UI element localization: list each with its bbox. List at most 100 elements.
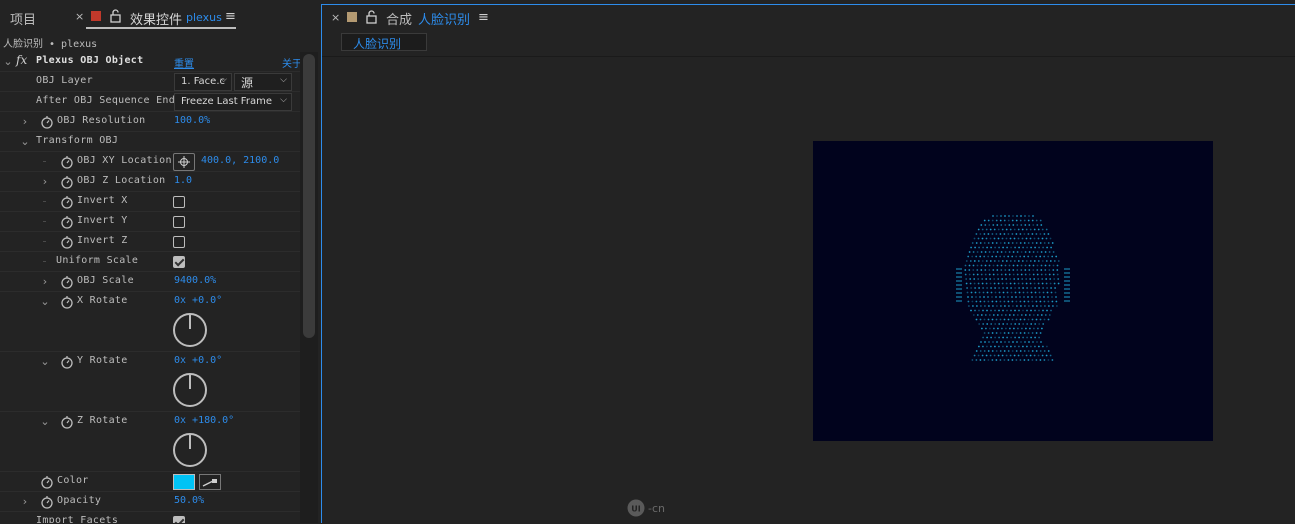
chevron-down-icon[interactable]: ⌄ <box>20 134 30 148</box>
obj-scale-label: OBJ Scale <box>77 275 134 286</box>
import-facets-checkbox[interactable] <box>173 516 185 523</box>
lock-icon[interactable] <box>110 8 121 23</box>
tree-dot <box>43 261 46 262</box>
tab-effect-layer: plexus <box>186 11 222 24</box>
stopwatch-icon[interactable] <box>60 235 74 249</box>
x-rotate-label: X Rotate <box>77 295 128 306</box>
tab-effect-controls[interactable]: 效果控件 <box>130 9 182 28</box>
lock-icon[interactable] <box>366 9 377 24</box>
divider <box>322 56 1295 57</box>
comp-canvas[interactable] <box>813 141 1213 441</box>
comp-color-swatch <box>347 12 357 22</box>
tree-dot <box>43 221 46 222</box>
obj-layer-source-dropdown[interactable]: 源 ⌵ <box>234 73 292 91</box>
stopwatch-icon[interactable] <box>60 195 74 209</box>
chevron-down-icon: ⌵ <box>280 95 287 105</box>
row-obj-scale: › OBJ Scale 9400.0% <box>0 272 300 292</box>
chevron-down-icon[interactable]: ⌄ <box>40 414 50 428</box>
x-rotate-value[interactable]: 0x +0.0° <box>174 295 222 306</box>
opacity-value[interactable]: 50.0% <box>174 495 204 506</box>
stopwatch-icon[interactable] <box>40 115 54 129</box>
y-rotate-label: Y Rotate <box>77 355 128 366</box>
y-rotate-value[interactable]: 0x +0.0° <box>174 355 222 366</box>
chevron-right-icon[interactable]: › <box>40 274 50 288</box>
opacity-label: Opacity <box>57 495 102 506</box>
tab-composition-prefix[interactable]: 合成 <box>386 9 412 28</box>
row-invert-x: Invert X <box>0 192 300 212</box>
uniform-scale-label: Uniform Scale <box>56 255 139 266</box>
comp-subtab-label: 人脸识别 <box>353 37 402 51</box>
invert-z-checkbox[interactable] <box>173 236 185 248</box>
tab-project[interactable]: 项目 <box>10 9 36 28</box>
obj-layer-label: OBJ Layer <box>36 75 93 86</box>
uniform-scale-checkbox[interactable] <box>173 256 185 268</box>
y-rotate-dial[interactable] <box>173 373 207 407</box>
row-z-rotate: ⌄ Z Rotate 0x +180.0° <box>0 412 300 472</box>
row-obj-z-location: › OBJ Z Location 1.0 <box>0 172 300 192</box>
z-rotate-dial[interactable] <box>173 433 207 467</box>
chevron-down-icon[interactable]: ⌄ <box>40 294 50 308</box>
tab-composition-name[interactable]: 人脸识别 <box>418 9 470 28</box>
invert-y-label: Invert Y <box>77 215 128 226</box>
color-swatch[interactable] <box>173 474 195 490</box>
z-rotate-label: Z Rotate <box>77 415 128 426</box>
obj-z-location-value[interactable]: 1.0 <box>174 175 192 186</box>
wireframe-head-render <box>956 215 1070 361</box>
obj-xy-location-value[interactable]: 400.0, 2100.0 <box>201 155 279 166</box>
chevron-down-icon[interactable]: ⌄ <box>3 54 13 68</box>
row-invert-y: Invert Y <box>0 212 300 232</box>
composition-panel: × 合成 人脸识别 ≡ 人脸识别 UI -cn <box>321 4 1295 524</box>
watermark: UI -cn <box>627 499 665 517</box>
stopwatch-icon[interactable] <box>60 155 74 169</box>
row-y-rotate: ⌄ Y Rotate 0x +0.0° <box>0 352 300 412</box>
chevron-down-icon: ⌵ <box>220 75 227 85</box>
close-icon[interactable]: × <box>75 10 84 23</box>
chevron-right-icon[interactable]: › <box>20 114 30 128</box>
panel-menu-icon[interactable]: ≡ <box>478 10 489 25</box>
row-transform-obj: ⌄ Transform OBJ <box>0 132 300 152</box>
row-obj-layer: OBJ Layer 1. Face.c ⌵ 源 ⌵ <box>0 72 300 92</box>
fx-icon[interactable]: fx <box>16 53 27 67</box>
chevron-down-icon[interactable]: ⌄ <box>40 354 50 368</box>
after-seq-end-value: Freeze Last Frame <box>181 96 272 107</box>
crosshair-picker[interactable] <box>173 153 195 171</box>
stopwatch-icon[interactable] <box>40 475 54 489</box>
scrollbar-thumb[interactable] <box>303 54 315 338</box>
breadcrumb: 人脸识别 • plexus <box>3 39 98 50</box>
about-link[interactable]: 关于 <box>282 55 302 70</box>
chevron-right-icon[interactable]: › <box>40 174 50 188</box>
comp-subtab[interactable]: 人脸识别 <box>341 33 427 51</box>
panel-menu-icon[interactable]: ≡ <box>225 9 236 24</box>
stopwatch-icon[interactable] <box>60 215 74 229</box>
invert-x-checkbox[interactable] <box>173 196 185 208</box>
row-import-facets: Import Facets <box>0 512 300 523</box>
obj-scale-value[interactable]: 9400.0% <box>174 275 216 286</box>
stopwatch-icon[interactable] <box>60 275 74 289</box>
effects-panel: 项目 × 效果控件 plexus ≡ 人脸识别 • plexus ⌄ fx Pl… <box>0 0 318 523</box>
z-rotate-value[interactable]: 0x +180.0° <box>174 415 234 426</box>
obj-resolution-value[interactable]: 100.0% <box>174 115 210 126</box>
close-icon[interactable]: × <box>331 11 340 24</box>
stopwatch-icon[interactable] <box>60 175 74 189</box>
after-seq-end-label: After OBJ Sequence End <box>36 95 176 106</box>
composition-viewer[interactable]: UI -cn <box>322 58 1295 524</box>
obj-xy-location-label: OBJ XY Location <box>77 155 172 166</box>
effects-scrollbar[interactable] <box>300 52 318 523</box>
row-obj-xy-location: OBJ XY Location 400.0, 2100.0 <box>0 152 300 172</box>
obj-layer-source: 源 <box>241 76 254 90</box>
invert-y-checkbox[interactable] <box>173 216 185 228</box>
after-seq-end-dropdown[interactable]: Freeze Last Frame ⌵ <box>174 93 292 111</box>
x-rotate-dial[interactable] <box>173 313 207 347</box>
row-obj-resolution: › OBJ Resolution 100.0% <box>0 112 300 132</box>
obj-resolution-label: OBJ Resolution <box>57 115 146 126</box>
stopwatch-icon[interactable] <box>60 415 74 429</box>
stopwatch-icon[interactable] <box>60 295 74 309</box>
stopwatch-icon[interactable] <box>60 355 74 369</box>
reset-link[interactable]: 重置 <box>174 55 194 70</box>
row-color: Color <box>0 472 300 492</box>
chevron-right-icon[interactable]: › <box>20 494 30 508</box>
obj-layer-dropdown[interactable]: 1. Face.c ⌵ <box>174 73 232 91</box>
row-invert-z: Invert Z <box>0 232 300 252</box>
eyedropper-button[interactable] <box>199 474 221 490</box>
stopwatch-icon[interactable] <box>40 495 54 509</box>
